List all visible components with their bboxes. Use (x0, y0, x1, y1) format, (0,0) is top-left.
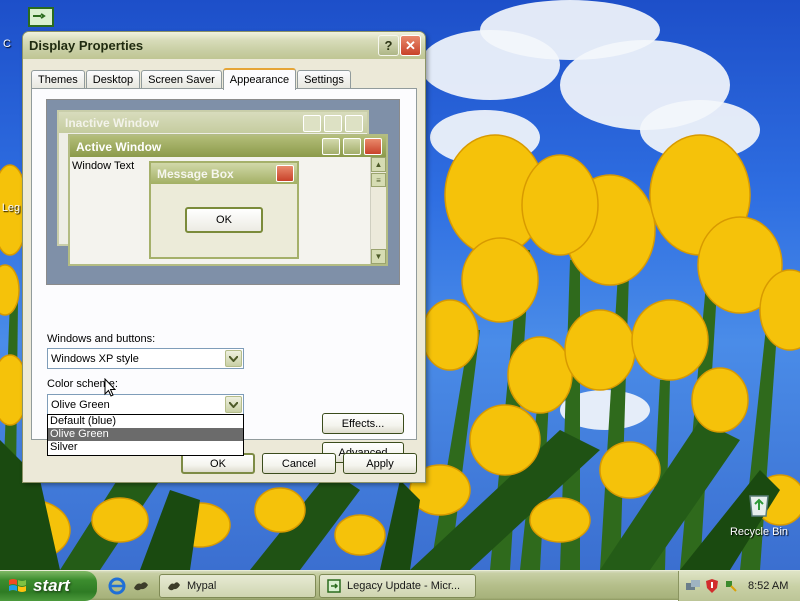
color-scheme-select[interactable]: Olive Green (47, 394, 244, 415)
dropdown-option-olive-green[interactable]: Olive Green (48, 428, 243, 441)
security-shield-icon[interactable] (704, 578, 720, 594)
task-legacy-update-label: Legacy Update - Micr... (347, 580, 461, 592)
mypal-quicklaunch-icon[interactable] (131, 576, 151, 596)
windows-buttons-label: Windows and buttons: (47, 333, 156, 345)
color-scheme-dropdown-list[interactable]: Default (blue) Olive Green Silver (47, 414, 244, 456)
color-scheme-value: Olive Green (51, 398, 110, 411)
recycle-bin-icon (749, 495, 769, 517)
preview-window-text: Window Text (72, 160, 135, 172)
effects-button[interactable]: Effects... (322, 413, 404, 434)
desktop-icon-label: C (3, 38, 11, 50)
tab-strip: Themes Desktop Screen Saver Appearance S… (31, 68, 352, 90)
dialog-title: Display Properties (29, 38, 144, 53)
desktop-icon-label: Leg (1, 202, 21, 214)
scroll-up-icon: ▲ (371, 157, 386, 172)
display-properties-dialog: Display Properties ? ✕ Themes Desktop Sc… (22, 31, 426, 483)
preview-ok-label: OK (216, 214, 232, 226)
recycle-bin-label: Recycle Bin (729, 526, 789, 538)
minimize-icon (303, 115, 321, 132)
task-mypal-label: Mypal (187, 580, 217, 592)
tab-appearance[interactable]: Appearance (222, 68, 297, 90)
close-icon: ✕ (405, 37, 416, 53)
mouse-cursor-icon (104, 378, 116, 397)
help-icon: ? (384, 38, 393, 53)
system-tray: 8:52 AM (678, 571, 800, 601)
help-button[interactable]: ? (378, 35, 399, 56)
appearance-preview: Inactive Window Active Window Window Tex… (46, 99, 400, 285)
mypal-icon (168, 582, 180, 591)
start-button[interactable]: start (0, 571, 97, 601)
tab-themes[interactable]: Themes (31, 70, 85, 89)
internet-explorer-icon[interactable] (107, 576, 127, 596)
preview-message-title: Message Box (157, 166, 234, 181)
close-icon (364, 138, 382, 155)
preview-ok-button: OK (185, 207, 263, 233)
chevron-down-icon[interactable] (225, 396, 242, 413)
close-icon (276, 165, 294, 182)
windows-buttons-select[interactable]: Windows XP style (47, 348, 244, 369)
task-mypal[interactable]: Mypal (159, 574, 316, 598)
maximize-icon (343, 138, 361, 155)
ok-button[interactable]: OK (181, 453, 255, 474)
clock[interactable]: 8:52 AM (748, 580, 788, 592)
network-icon[interactable] (685, 578, 701, 594)
tab-settings[interactable]: Settings (297, 70, 351, 89)
start-label: start (33, 576, 70, 595)
dropdown-option-silver[interactable]: Silver (48, 441, 243, 454)
appearance-panel: Inactive Window Active Window Window Tex… (31, 88, 417, 463)
legacy-update-icon (327, 579, 341, 593)
windows-logo-icon (9, 579, 26, 592)
preview-inactive-title: Inactive Window (65, 115, 159, 130)
close-button[interactable]: ✕ (400, 35, 421, 56)
chevron-down-icon[interactable] (225, 350, 242, 367)
apply-button[interactable]: Apply (343, 453, 417, 474)
windows-update-icon[interactable] (723, 578, 739, 594)
preview-active-title: Active Window (76, 139, 162, 154)
taskbar: start Mypal Legacy Update - Micr... 8:52 (0, 570, 800, 601)
cancel-button[interactable]: Cancel (262, 453, 336, 474)
recycle-bin[interactable]: Recycle Bin (724, 488, 794, 538)
preview-message-box: Message Box OK (149, 161, 299, 259)
minimize-icon (322, 138, 340, 155)
dropdown-option-default-blue[interactable]: Default (blue) (48, 415, 243, 428)
close-icon (345, 115, 363, 132)
tab-screen-saver[interactable]: Screen Saver (141, 70, 222, 89)
tab-desktop[interactable]: Desktop (85, 70, 141, 89)
preview-scrollbar: ▲ ≡ ▼ (370, 157, 386, 264)
maximize-icon (324, 115, 342, 132)
scroll-down-icon: ▼ (371, 249, 386, 264)
scroll-thumb: ≡ (371, 173, 386, 187)
task-legacy-update[interactable]: Legacy Update - Micr... (319, 574, 476, 598)
dialog-titlebar[interactable]: Display Properties ? ✕ (23, 32, 425, 59)
windows-buttons-value: Windows XP style (51, 352, 139, 365)
